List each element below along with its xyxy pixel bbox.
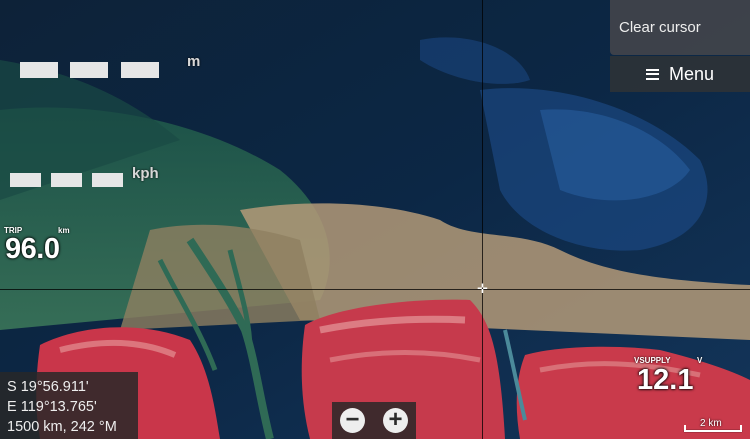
- scale-tick-left: [684, 425, 686, 432]
- depth-digit-placeholder: [70, 62, 108, 78]
- scale-bar: 2 km: [684, 418, 742, 434]
- speed-digit-placeholder: [92, 173, 123, 187]
- zoom-in-button[interactable]: +: [383, 408, 408, 433]
- speed-unit: kph: [132, 165, 159, 182]
- cursor-vertical-line: [482, 0, 483, 439]
- vsupply-unit: V: [697, 356, 703, 365]
- trip-value: 96.0: [5, 233, 60, 265]
- depth-digit-placeholder: [121, 62, 159, 78]
- depth-unit: m: [187, 53, 201, 70]
- plus-icon: +: [388, 406, 403, 433]
- speed-digit-placeholder: [51, 173, 82, 187]
- scale-line: [684, 430, 742, 432]
- clear-cursor-button[interactable]: Clear cursor: [610, 0, 750, 55]
- latitude: S 19°56.911': [7, 379, 89, 395]
- cursor-horizontal-line: [0, 289, 750, 290]
- speed-digit-placeholder: [10, 173, 41, 187]
- longitude: E 119°13.765': [7, 399, 97, 415]
- zoom-controls: − +: [332, 402, 416, 439]
- scale-tick-right: [740, 425, 742, 432]
- trip-unit: km: [58, 226, 70, 235]
- scale-label: 2 km: [700, 418, 722, 429]
- zoom-out-button[interactable]: −: [340, 408, 365, 433]
- hamburger-icon: [645, 68, 659, 80]
- cursor-position-panel: S 19°56.911' E 119°13.765' 1500 km, 242 …: [0, 372, 138, 439]
- cursor-crosshair-icon[interactable]: ✛: [476, 282, 489, 295]
- menu-label: Menu: [668, 63, 715, 84]
- range-bearing: 1500 km, 242 °M: [7, 419, 117, 435]
- depth-digit-placeholder: [20, 62, 58, 78]
- minus-icon: −: [345, 406, 360, 433]
- menu-button[interactable]: Menu: [610, 56, 750, 92]
- vsupply-value: 12.1: [637, 364, 694, 396]
